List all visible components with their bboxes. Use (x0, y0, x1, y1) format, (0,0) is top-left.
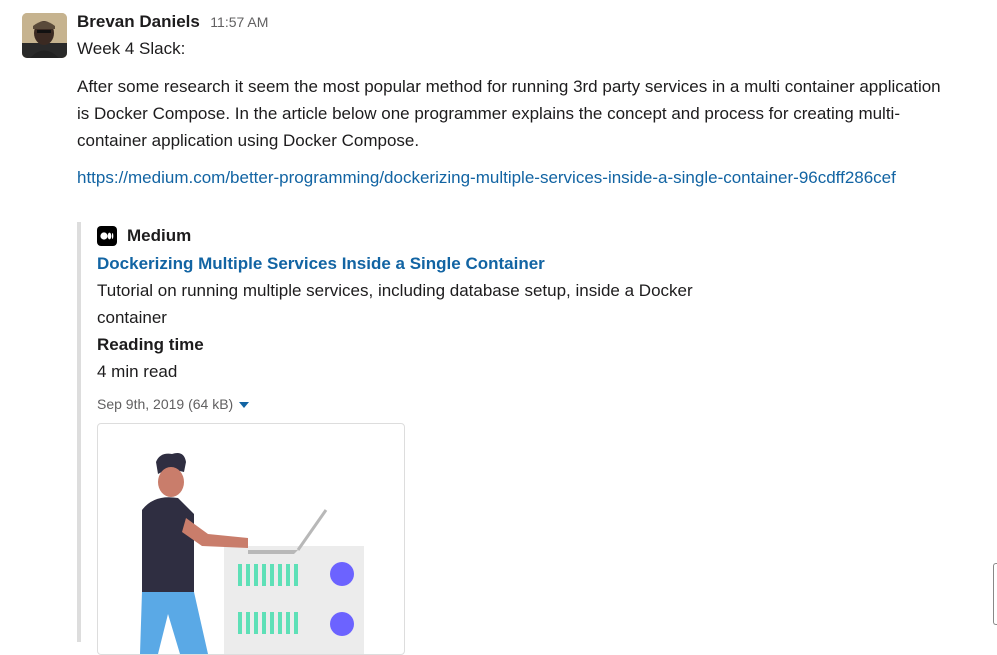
unfurl-description: Tutorial on running multiple services, i… (97, 281, 693, 327)
unfurl-service: Medium (97, 222, 777, 250)
unfurl-meta: Sep 9th, 2019 (64 kB) (97, 394, 777, 414)
message-link[interactable]: https://medium.com/better-programming/do… (77, 164, 907, 191)
message-timestamp[interactable]: 11:57 AM (210, 14, 268, 30)
author-name[interactable]: Brevan Daniels (77, 12, 200, 31)
medium-icon (97, 226, 117, 246)
caret-down-icon[interactable] (239, 402, 250, 409)
scrollbar[interactable] (993, 563, 997, 625)
link-unfurl: Medium Dockerizing Multiple Services Ins… (77, 222, 777, 655)
unfurl-title[interactable]: Dockerizing Multiple Services Inside a S… (97, 250, 777, 277)
unfurl-meta-text: Sep 9th, 2019 (64 kB) (97, 396, 234, 412)
illustration-image (140, 453, 364, 654)
unfurl-image[interactable] (97, 423, 405, 655)
unfurl-field-title: Reading time (97, 335, 204, 354)
unfurl-service-name: Medium (127, 226, 192, 245)
unfurl-field-value: 4 min read (97, 362, 178, 381)
avatar[interactable] (22, 13, 67, 58)
message: Brevan Daniels 11:57 AM Week 4 Slack: Af… (77, 10, 977, 191)
avatar-image (22, 13, 67, 58)
message-paragraph: After some research it seem the most pop… (77, 77, 941, 150)
message-header: Brevan Daniels 11:57 AM (77, 10, 977, 34)
message-line: Week 4 Slack: (77, 39, 186, 58)
